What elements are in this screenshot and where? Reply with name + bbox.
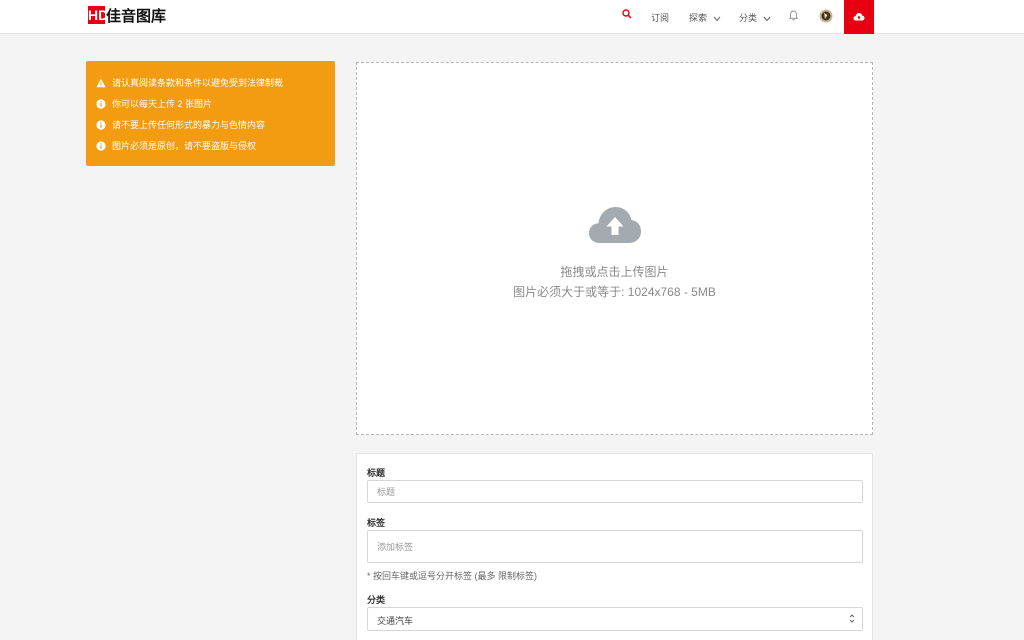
tags-input[interactable]: [367, 530, 863, 563]
image-dropzone[interactable]: 拖拽或点击上传图片 图片必须大于或等于: 1024x768 - 5MB: [356, 62, 873, 435]
notice-text: 请认真阅读条款和条件以避免受到法律制裁: [112, 78, 284, 88]
dropzone-requirements: 图片必须大于或等于: 1024x768 - 5MB: [513, 285, 716, 299]
category-label: 分类: [367, 595, 386, 605]
notice-item: 图片必须是原创，请不要盗版与侵权: [96, 135, 325, 156]
category-selected-value: 交通汽车: [377, 616, 414, 626]
logo-mark: HD: [88, 6, 109, 24]
warning-icon: [96, 78, 106, 87]
title-input[interactable]: [367, 480, 863, 503]
upload-rules-notice: 请认真阅读条款和条件以避免受到法律制裁 你可以每天上传 2 张图片 请不要上传任…: [86, 61, 335, 166]
top-navbar: HD 佳音图库 订阅 探索 分类: [0, 0, 1024, 34]
nav-categories-label: 分类: [739, 13, 758, 23]
title-label: 标题: [367, 468, 386, 478]
select-arrows-icon: [849, 613, 855, 626]
info-icon: [96, 119, 106, 130]
notice-text: 你可以每天上传 2 张图片: [112, 99, 213, 109]
tags-hint: * 按回车键或逗号分开标签 (最多 限制标签): [367, 571, 537, 581]
chevron-down-icon: [713, 14, 721, 24]
notice-item: 请不要上传任何形式的暴力与色情内容: [96, 114, 325, 135]
upload-form: 标题 标签 * 按回车键或逗号分开标签 (最多 限制标签) 分类 交通汽车: [356, 453, 873, 640]
logo-text: 佳音图库: [106, 6, 167, 25]
category-select[interactable]: 交通汽车: [367, 607, 863, 631]
cloud-upload-icon: [853, 8, 865, 26]
search-icon[interactable]: [622, 9, 632, 21]
site-logo[interactable]: HD 佳音图库: [88, 5, 166, 25]
nav-subscribe[interactable]: 订阅: [651, 11, 669, 24]
nav-explore[interactable]: 探索: [689, 11, 721, 24]
tags-label: 标签: [367, 518, 386, 528]
avatar[interactable]: [819, 9, 833, 25]
cloud-upload-icon: [588, 205, 642, 250]
bell-icon[interactable]: [788, 10, 799, 23]
notice-item: 你可以每天上传 2 张图片: [96, 93, 325, 114]
upload-button[interactable]: [844, 0, 874, 34]
notice-item: 请认真阅读条款和条件以避免受到法律制裁: [96, 72, 325, 93]
dropzone-instruction: 拖拽或点击上传图片: [560, 265, 669, 279]
notice-text: 图片必须是原创，请不要盗版与侵权: [112, 141, 257, 151]
nav-categories[interactable]: 分类: [739, 11, 771, 24]
chevron-down-icon: [763, 14, 771, 24]
notice-text: 请不要上传任何形式的暴力与色情内容: [112, 120, 266, 130]
nav-explore-label: 探索: [689, 13, 708, 23]
info-icon: [96, 98, 106, 109]
info-icon: [96, 140, 106, 151]
